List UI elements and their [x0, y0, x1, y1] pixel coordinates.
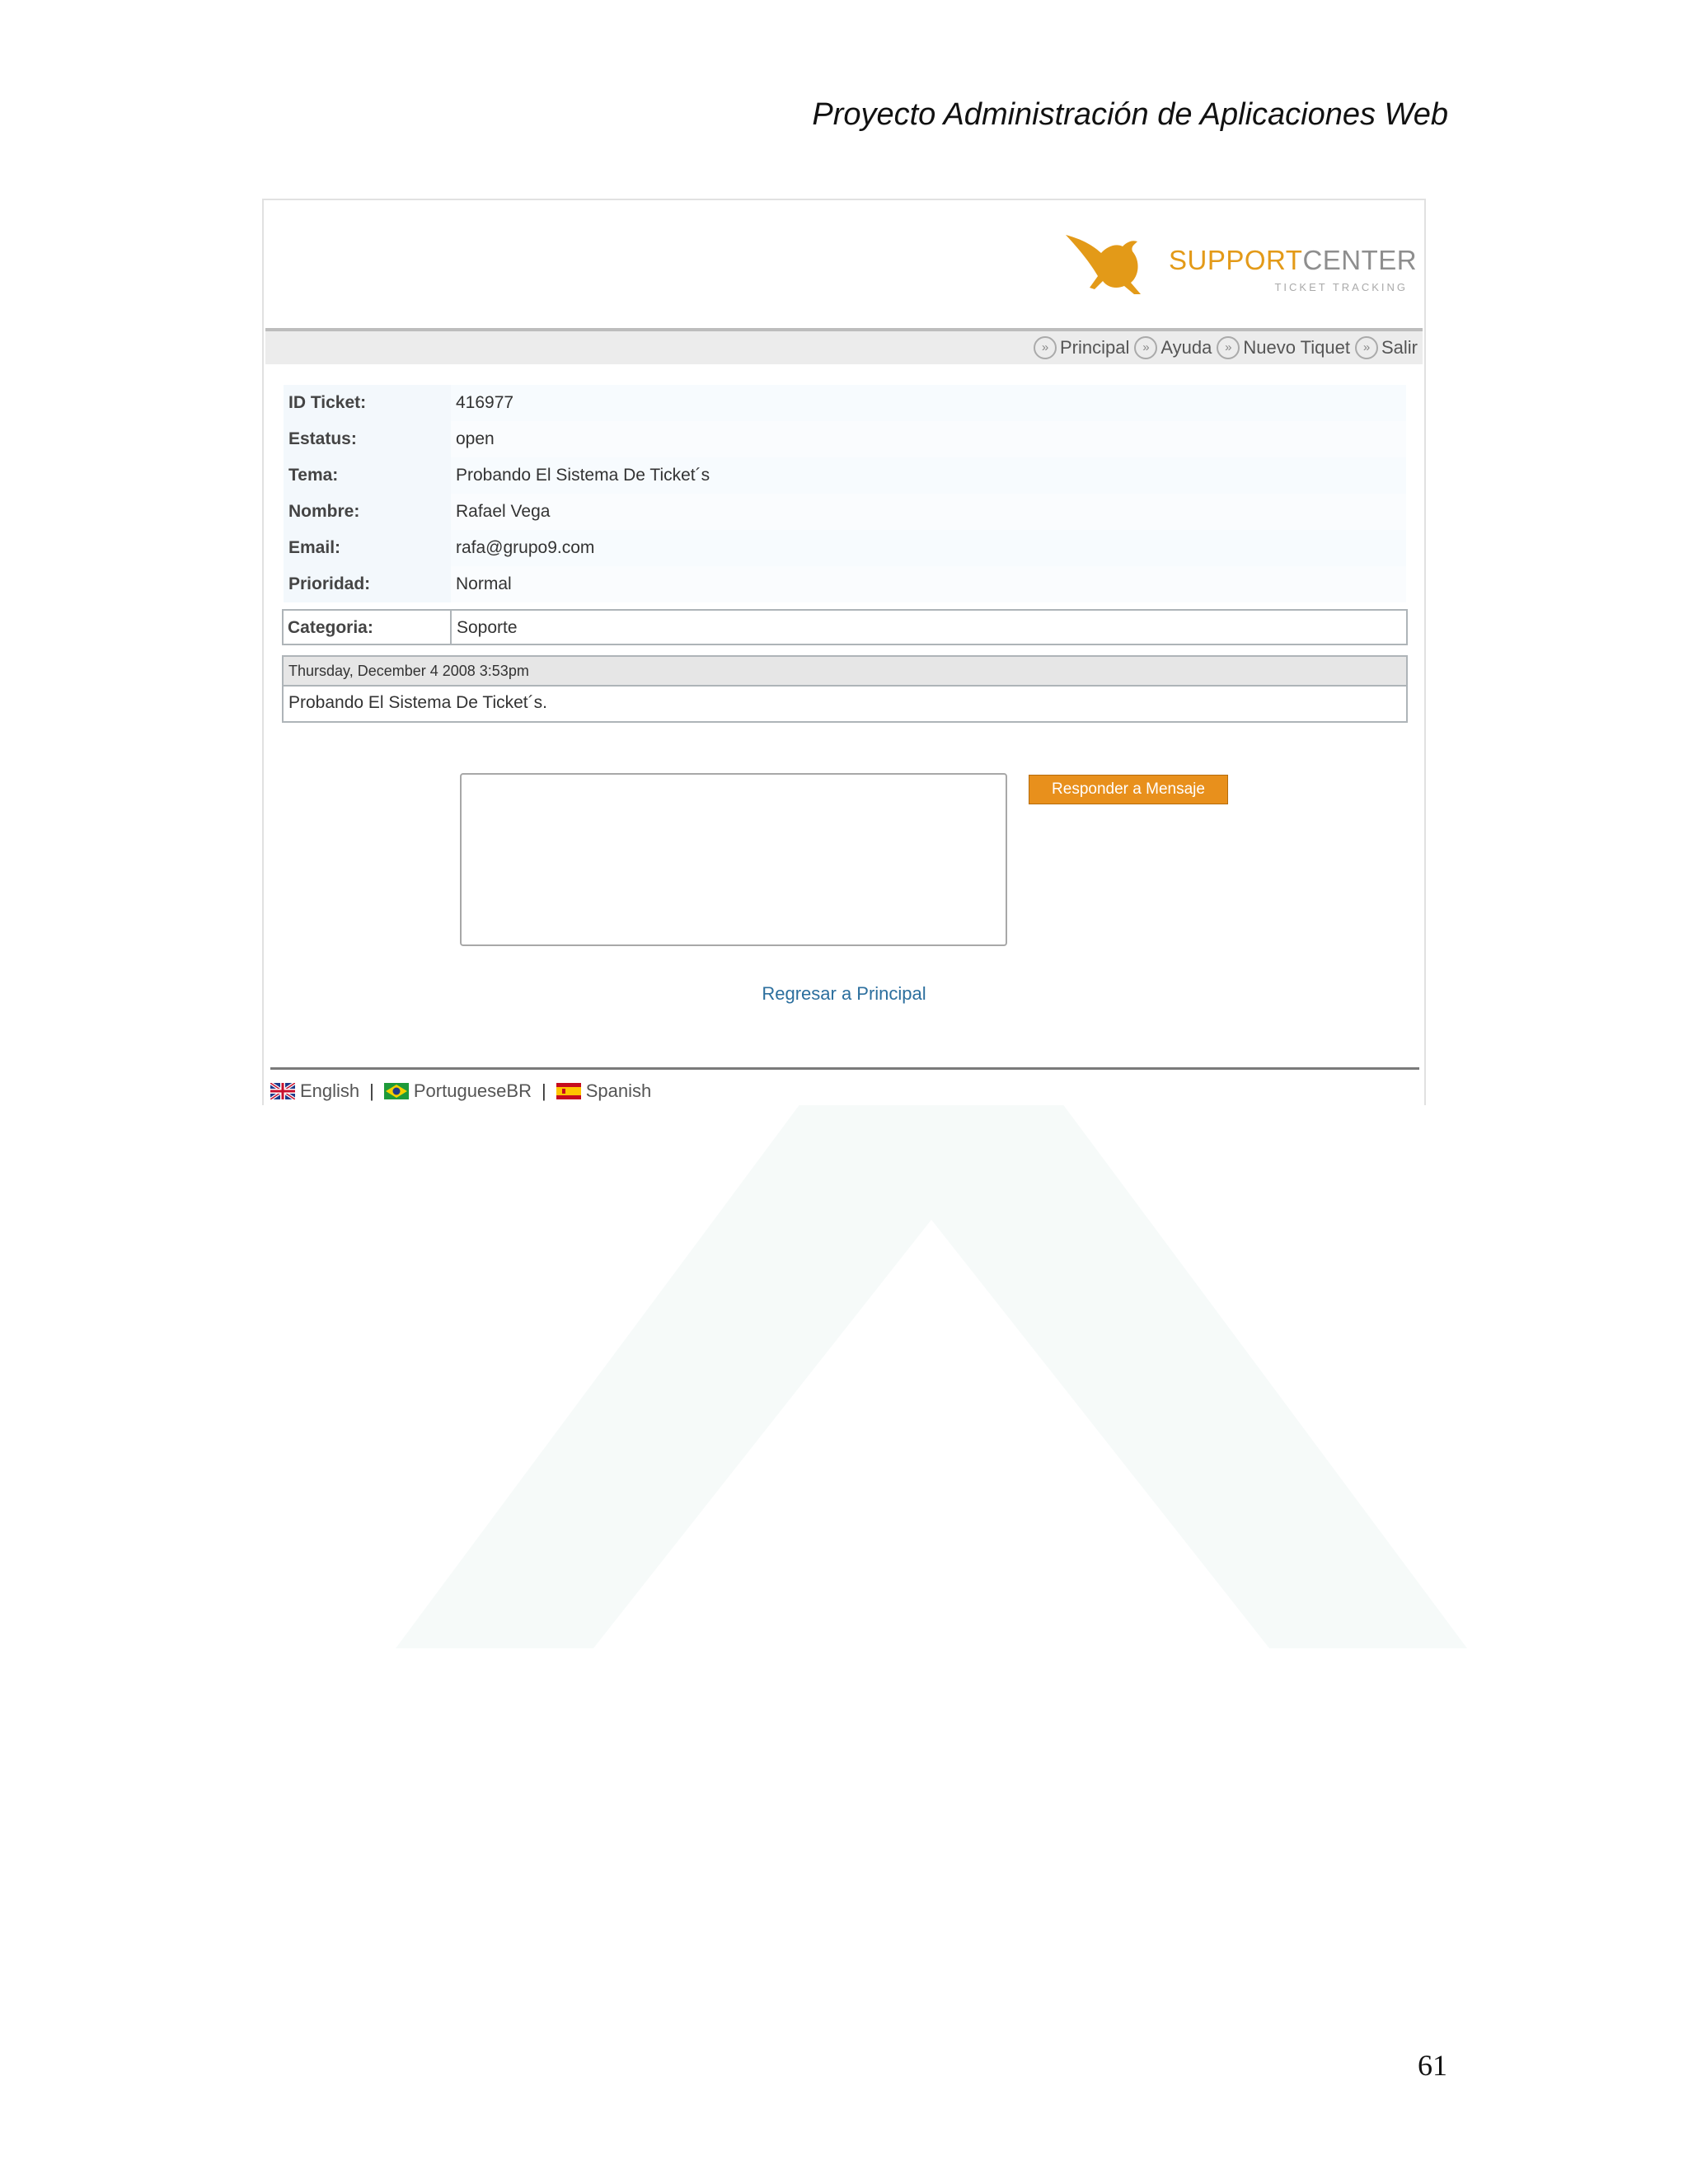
support-center-logo[interactable]: SUPPORTCENTER TICKET TRACKING [1062, 228, 1417, 311]
field-label: Prioridad: [284, 566, 451, 602]
ticket-row-subject: Tema: Probando El Sistema De Ticket´s [284, 457, 1406, 494]
double-chevron-right-icon: » [1033, 336, 1057, 359]
logo-text: SUPPORTCENTER [1169, 245, 1418, 275]
watermark-logo [396, 1071, 1467, 1731]
language-spanish[interactable]: Spanish [556, 1080, 651, 1102]
field-value: open [456, 429, 495, 448]
ticket-row-priority: Prioridad: Normal [284, 566, 1406, 602]
field-label: ID Ticket: [284, 385, 451, 421]
language-portuguese-br[interactable]: PortugueseBR [383, 1080, 532, 1102]
nav-salir[interactable]: » Salir [1354, 336, 1418, 359]
brazil-flag-icon [383, 1083, 409, 1099]
footer-divider [270, 1067, 1419, 1070]
double-chevron-right-icon: » [1217, 336, 1240, 359]
field-value: Rafael Vega [456, 502, 551, 521]
field-label: Nombre: [284, 494, 451, 530]
nav-principal[interactable]: » Principal [1033, 336, 1129, 359]
kangaroo-icon [1066, 235, 1141, 294]
language-separator: | [541, 1080, 546, 1101]
double-chevron-right-icon: » [1354, 336, 1378, 359]
nav-ayuda[interactable]: » Ayuda [1134, 336, 1212, 359]
ticket-row-id: ID Ticket: 416977 [284, 385, 1406, 421]
message-text: Probando El Sistema De Ticket´s. [288, 693, 547, 712]
field-value: Probando El Sistema De Ticket´s [456, 466, 710, 485]
page-number: 61 [1418, 2049, 1447, 2082]
field-label: Estatus: [284, 421, 451, 457]
ticket-row-email: Email: rafa@grupo9.com [284, 530, 1406, 566]
message-thread: Thursday, December 4 2008 3:53pm Proband… [282, 655, 1408, 723]
field-value: rafa@grupo9.com [456, 538, 595, 557]
logo-tagline: TICKET TRACKING [1274, 281, 1408, 293]
category-value: Soporte [457, 618, 518, 637]
language-bar: English | PortugueseBR | Spanish [270, 1080, 651, 1102]
spain-flag-icon [556, 1083, 581, 1099]
support-center-screenshot: SUPPORTCENTER TICKET TRACKING » Principal… [262, 199, 1426, 1105]
field-value: 416977 [456, 393, 514, 412]
ticket-row-name: Nombre: Rafael Vega [284, 494, 1406, 530]
nav-bar: » Principal » Ayuda » Nuevo Tiquet » Salir [265, 328, 1423, 364]
field-label: Tema: [284, 457, 451, 494]
reply-textarea[interactable] [460, 773, 1007, 946]
language-english[interactable]: English [270, 1080, 359, 1102]
uk-flag-icon [270, 1083, 295, 1099]
reply-button[interactable]: Responder a Mensaje [1029, 775, 1228, 804]
nav-nuevo-tiquet[interactable]: » Nuevo Tiquet [1217, 336, 1350, 359]
back-to-principal-link[interactable]: Regresar a Principal [264, 983, 1424, 1005]
field-label: Email: [284, 530, 451, 566]
category-row: Categoria: Soporte [282, 609, 1408, 645]
double-chevron-right-icon: » [1134, 336, 1158, 359]
category-label: Categoria: [284, 611, 452, 644]
ticket-info-table: ID Ticket: 416977 Estatus: open Tema: Proba… [284, 385, 1406, 602]
message-date: Thursday, December 4 2008 3:53pm [284, 657, 1406, 687]
field-value: Normal [456, 574, 512, 593]
document-header: Proyecto Administración de Aplicaciones … [812, 97, 1448, 132]
ticket-row-status: Estatus: open [284, 421, 1406, 457]
language-separator: | [369, 1080, 374, 1101]
